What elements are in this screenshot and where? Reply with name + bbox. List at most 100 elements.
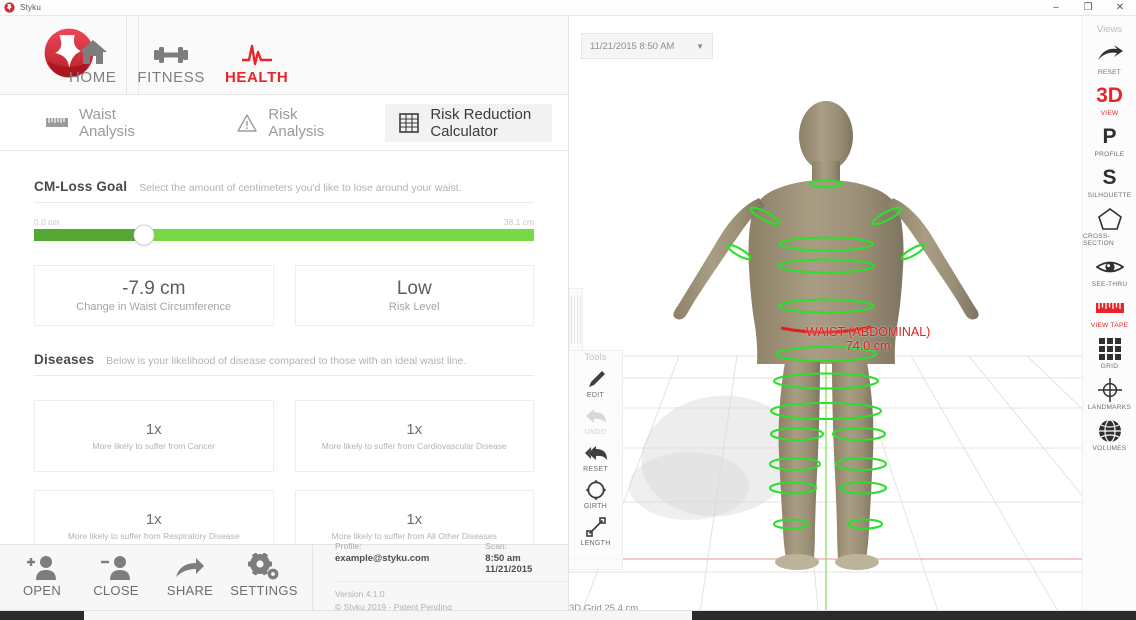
disease-value: 1x <box>146 421 162 438</box>
diseases-header: Diseases Below is your likelihood of dis… <box>34 352 534 376</box>
close-label: CLOSE <box>93 583 139 598</box>
disease-card-cancer: 1x More likely to suffer from Cancer <box>34 400 274 472</box>
nav-label-home: HOME <box>69 69 116 86</box>
nav-item-fitness[interactable]: FITNESS <box>126 16 215 94</box>
tool-edit-label: EDIT <box>587 392 604 399</box>
window-title: Styku <box>20 3 41 12</box>
view-grid-label: GRID <box>1101 363 1118 370</box>
warning-triangle-icon <box>237 114 257 132</box>
open-button[interactable]: OPEN <box>14 551 70 598</box>
tab-label-risk-reduction-calculator: Risk Reduction Calculator <box>430 106 538 140</box>
bottom-toolbar: OPEN CLOSE <box>0 544 569 610</box>
cm-loss-goal-slider-wrap: 0.0 cm 38.1 cm <box>34 217 534 241</box>
scan-date-dropdown[interactable]: 11/21/2015 8:50 AM ▼ <box>581 33 713 59</box>
share-label: SHARE <box>167 583 213 598</box>
result-card-waist-change: -7.9 cm Change in Waist Circumference <box>34 265 274 326</box>
disease-label: More likely to suffer from All Other Dis… <box>332 531 497 541</box>
view-silhouette[interactable]: S SILHOUETTE <box>1083 161 1136 202</box>
cm-loss-goal-header: CM-Loss Goal Select the amount of centim… <box>34 179 534 203</box>
slider-max-label: 38.1 cm <box>504 217 534 227</box>
close-button[interactable]: ✕ <box>1104 0 1136 16</box>
waist-measurement-annotation: WAIST (ABDOMINAL) 74.0 cm <box>806 326 930 353</box>
nav-item-health[interactable]: HEALTH <box>215 16 298 94</box>
grid-dots-icon <box>1098 336 1122 362</box>
nav-label-fitness: FITNESS <box>137 69 205 86</box>
profile-block: Profile: example@styku.com <box>335 541 429 575</box>
view-3d-label: VIEW <box>1101 110 1119 117</box>
letter-s-icon: S <box>1102 165 1116 191</box>
main-navigation-bar: HOME FITNESS <box>0 16 568 95</box>
toolbar-actions: OPEN CLOSE <box>0 545 306 611</box>
scan-key: Scan: <box>485 541 569 551</box>
chevron-down-icon: ▼ <box>696 42 704 51</box>
dumbbell-icon <box>154 34 188 66</box>
view-see-thru-label: SEE-THRU <box>1092 281 1128 288</box>
tab-waist-analysis[interactable]: Waist Analysis <box>32 104 157 142</box>
analysis-tab-bar: Waist Analysis Risk Analysis <box>0 95 568 151</box>
slider-fill <box>34 229 144 241</box>
window-title-bar: Styku – ❐ ✕ <box>0 0 1136 16</box>
session-info-row: Profile: example@styku.com Scan: 8:50 am… <box>335 541 569 582</box>
disease-card-cardiovascular: 1x More likely to suffer from Cardiovasc… <box>295 400 535 472</box>
view-cross-section[interactable]: CROSS-SECTION <box>1083 202 1136 250</box>
tools-caption: Tools <box>569 351 622 364</box>
tab-risk-analysis[interactable]: Risk Analysis <box>223 104 341 142</box>
cm-loss-goal-slider[interactable] <box>34 229 534 241</box>
view-grid[interactable]: GRID <box>1083 332 1136 373</box>
slider-handle[interactable] <box>134 225 155 246</box>
tape-measure-icon <box>46 116 68 129</box>
view-profile[interactable]: P PROFILE <box>1083 120 1136 161</box>
length-line-icon <box>586 515 606 539</box>
tool-reset-label: RESET <box>583 466 608 473</box>
view-tape-label: VIEW TAPE <box>1091 322 1129 329</box>
view-reset-label: RESET <box>1098 69 1121 76</box>
nav-item-home[interactable]: HOME <box>59 16 126 94</box>
pencil-icon <box>586 367 606 391</box>
left-analysis-panel: HOME FITNESS <box>0 16 569 620</box>
undo-arrow-icon <box>585 404 607 428</box>
view-volumes[interactable]: VOLUMES <box>1083 414 1136 455</box>
remove-user-icon <box>100 551 132 581</box>
view-see-thru[interactable]: SEE-THRU <box>1083 250 1136 291</box>
os-taskbar <box>0 610 1136 620</box>
tape-measure-icon <box>1096 295 1124 321</box>
crosshair-icon <box>1097 377 1123 403</box>
goal-result-cards: -7.9 cm Change in Waist Circumference Lo… <box>34 265 534 326</box>
tool-edit[interactable]: EDIT <box>569 364 622 401</box>
slider-range-labels: 0.0 cm 38.1 cm <box>34 217 534 227</box>
disease-label: More likely to suffer from Cardiovascula… <box>322 441 507 451</box>
scan-value: 8:50 am 11/21/2015 <box>485 553 569 575</box>
cm-loss-goal-subtitle: Select the amount of centimeters you'd l… <box>139 182 461 194</box>
view-reset[interactable]: RESET <box>1083 38 1136 79</box>
globe-icon <box>1098 418 1122 444</box>
taskbar-right-segment <box>692 611 1136 620</box>
maximize-button[interactable]: ❐ <box>1072 0 1104 16</box>
3d-viewport[interactable]: WAIST (ABDOMINAL) 74.0 cm 11/21/2015 8:5… <box>569 16 1083 620</box>
panel-resize-handle[interactable] <box>569 288 583 352</box>
diseases-title: Diseases <box>34 352 94 367</box>
circle-girth-icon <box>586 478 606 502</box>
view-landmarks[interactable]: LANDMARKS <box>1083 373 1136 414</box>
share-button[interactable]: SHARE <box>162 551 218 598</box>
tool-girth[interactable]: GIRTH <box>569 475 622 512</box>
tool-undo[interactable]: UNDO <box>569 401 622 438</box>
disease-value: 1x <box>406 421 422 438</box>
tool-reset[interactable]: RESET <box>569 438 622 475</box>
view-tape[interactable]: VIEW TAPE <box>1083 291 1136 332</box>
close-button-action[interactable]: CLOSE <box>88 551 144 598</box>
gear-icon <box>248 551 280 581</box>
view-3d[interactable]: 3D VIEW <box>1083 79 1136 120</box>
waist-change-value: -7.9 cm <box>122 278 185 300</box>
tools-panel: Tools EDIT UNDO <box>569 350 623 570</box>
disease-label: More likely to suffer from Respiratory D… <box>68 531 240 541</box>
disease-value: 1x <box>146 511 162 528</box>
profile-value: example@styku.com <box>335 553 429 564</box>
tab-risk-reduction-calculator[interactable]: Risk Reduction Calculator <box>385 104 552 142</box>
tool-length[interactable]: LENGTH <box>569 512 622 549</box>
diseases-subtitle: Below is your likelihood of disease comp… <box>106 355 466 367</box>
3d-scene[interactable] <box>569 16 1083 620</box>
minimize-button[interactable]: – <box>1040 0 1072 16</box>
view-volumes-label: VOLUMES <box>1093 445 1127 452</box>
taskbar-left-segment <box>0 611 84 620</box>
settings-button[interactable]: SETTINGS <box>236 551 292 598</box>
